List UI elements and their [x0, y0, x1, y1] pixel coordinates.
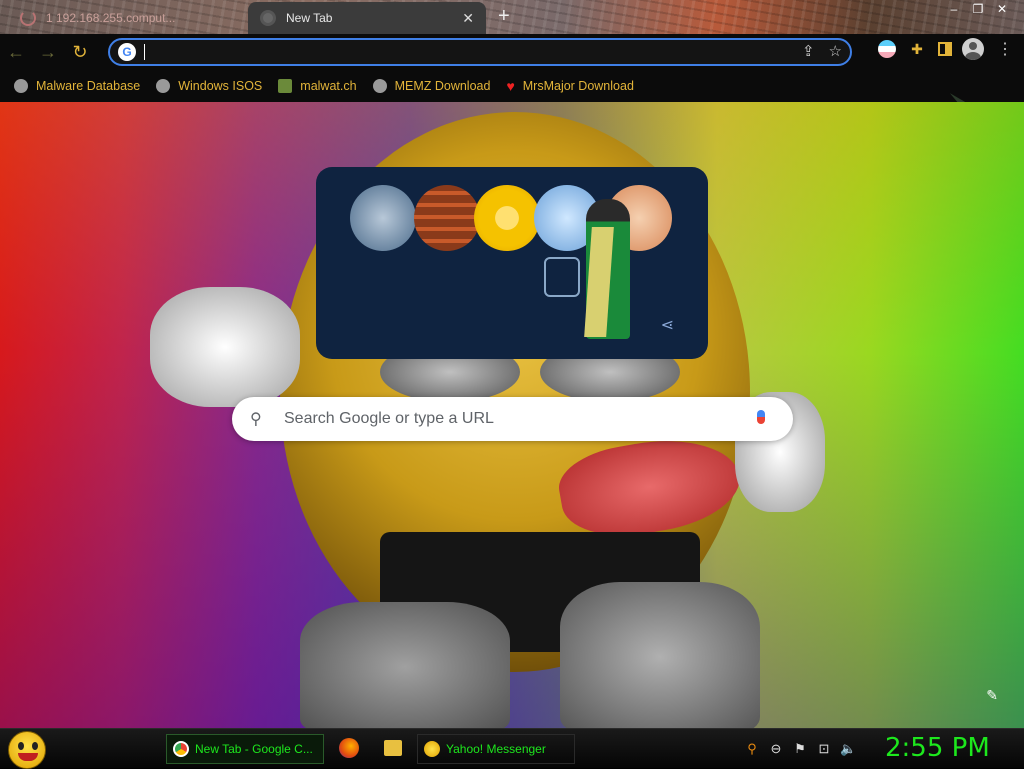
taskbar-clock[interactable]: 2:55 PM [885, 733, 990, 763]
side-panel-icon[interactable] [938, 42, 952, 56]
bookmark-memz-download[interactable]: MEMZ Download [372, 79, 491, 93]
taskbar: New Tab - Google C... Yahoo! Messenger ⚲… [0, 728, 1024, 769]
bookmark-malwat-ch[interactable]: malwat.ch [278, 79, 357, 93]
tab-title: New Tab [286, 11, 333, 25]
smiley-shoe [560, 582, 760, 728]
loading-icon [20, 10, 36, 26]
bookmark-malware-database[interactable]: Malware Database [14, 79, 140, 93]
volume-tray-icon[interactable]: 🔈 [840, 741, 856, 757]
profile-icon[interactable] [962, 38, 984, 60]
forward-button[interactable]: → [32, 36, 64, 68]
chrome-tab-icon [260, 10, 276, 26]
customize-pencil-icon[interactable]: ✎ [986, 687, 998, 704]
new-tab-page: ⋖ ⚲ ✎ [0, 102, 1024, 728]
search-input[interactable] [284, 410, 747, 428]
browser-toolbar: ← → ↻ G ⇪ ☆ ✚ ⋮ [0, 34, 1024, 70]
doodle-balloon-basket [544, 257, 580, 297]
network-tray-icon[interactable]: ⊡ [816, 741, 832, 757]
bookmarks-bar: Malware Database Windows ISOS malwat.ch … [0, 70, 1024, 102]
google-g-icon: G [118, 43, 136, 61]
search-tray-icon[interactable]: ⚲ [744, 741, 760, 757]
bookmark-windows-isos[interactable]: Windows ISOS [156, 79, 262, 93]
folder-icon[interactable] [384, 740, 402, 756]
search-icon: ⚲ [250, 411, 262, 428]
minus-tray-icon[interactable]: ⊖ [768, 741, 784, 757]
yahoo-messenger-icon [424, 741, 440, 757]
globe-icon [372, 79, 387, 93]
back-button[interactable]: ← [0, 36, 32, 68]
doodle-circle-books [414, 185, 480, 251]
extensions-area: ✚ ⋮ [878, 38, 1016, 60]
bookmark-label: MrsMajor Download [522, 79, 634, 93]
doodle-circle-sun [474, 185, 540, 251]
window-controls: – ❐ ✕ [942, 0, 1014, 22]
tab-new-tab[interactable]: New Tab ✕ [248, 2, 486, 34]
taskbar-yahoo-button[interactable]: Yahoo! Messenger [417, 734, 575, 764]
smiley-tongue [553, 427, 747, 547]
google-doodle[interactable]: ⋖ [316, 167, 708, 359]
taskbar-chrome-label: New Tab - Google C... [195, 742, 313, 756]
google-search-box[interactable]: ⚲ [232, 397, 793, 441]
doodle-share-icon[interactable]: ⋖ [661, 315, 674, 335]
globe-icon [156, 79, 171, 93]
close-window-button[interactable]: ✕ [990, 0, 1014, 18]
tab-inactive[interactable]: 1 192.168.255.comput... [8, 2, 248, 34]
start-button-smiley-icon[interactable] [8, 731, 46, 769]
bookmark-label: MEMZ Download [394, 79, 491, 93]
share-icon[interactable]: ⇪ [802, 42, 815, 60]
flag-tray-icon[interactable]: ⚑ [792, 741, 808, 757]
menu-icon[interactable]: ⋮ [994, 38, 1016, 60]
bookmark-mrsmajor-download[interactable]: ♥ MrsMajor Download [506, 79, 633, 93]
doodle-circle-storm [350, 185, 416, 251]
smiley-shoe [300, 602, 510, 728]
heart-icon: ♥ [506, 78, 515, 94]
bookmark-label: Malware Database [36, 79, 141, 93]
bookmark-label: malwat.ch [300, 79, 357, 93]
taskbar-yahoo-label: Yahoo! Messenger [446, 742, 546, 756]
trans-flag-extension-icon[interactable] [878, 40, 896, 58]
puzzle-icon[interactable]: ✚ [906, 38, 928, 60]
globe-icon [14, 79, 28, 93]
minimize-button[interactable]: – [942, 0, 966, 18]
reload-button[interactable]: ↻ [64, 36, 96, 68]
system-tray: ⚲ ⊖ ⚑ ⊡ 🔈 [744, 741, 856, 757]
bookmark-star-icon[interactable]: ☆ [829, 42, 842, 60]
close-tab-icon[interactable]: ✕ [462, 10, 474, 27]
text-caret [144, 44, 145, 60]
new-tab-button[interactable]: + [498, 6, 510, 26]
tab-title: 1 192.168.255.comput... [46, 11, 176, 25]
chrome-icon [173, 741, 189, 757]
firefox-icon[interactable] [339, 738, 359, 758]
restore-button[interactable]: ❐ [966, 0, 990, 18]
smiley-glove [150, 287, 300, 407]
taskbar-chrome-button[interactable]: New Tab - Google C... [166, 734, 324, 764]
address-bar[interactable]: G ⇪ ☆ [108, 38, 852, 66]
microphone-icon[interactable] [747, 409, 775, 429]
person-icon [278, 79, 293, 93]
tab-strip: 1 192.168.255.comput... New Tab ✕ + – ❐ … [0, 0, 1024, 34]
bookmark-label: Windows ISOS [178, 79, 263, 93]
